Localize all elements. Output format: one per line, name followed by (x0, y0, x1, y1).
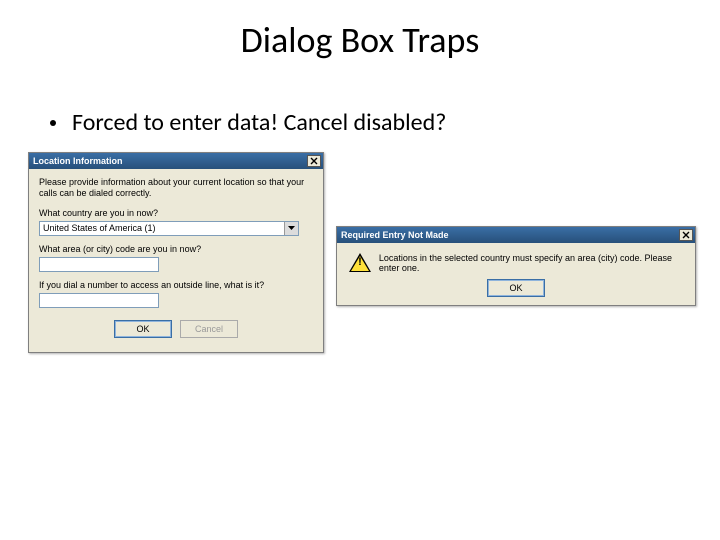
location-information-dialog: Location Information Please provide info… (28, 152, 324, 353)
areacode-input[interactable] (39, 257, 159, 272)
bullet-text: Forced to enter data! Cancel disabled? (72, 108, 446, 137)
warning-icon: ! (349, 253, 369, 273)
bullet-dot-icon (50, 120, 56, 126)
ok-button[interactable]: OK (114, 320, 172, 338)
country-value: United States of America (1) (40, 222, 284, 235)
titlebar[interactable]: Required Entry Not Made (337, 227, 695, 243)
message-text: Locations in the selected country must s… (379, 253, 683, 273)
country-label: What country are you in now? (39, 208, 313, 218)
outsideline-label: If you dial a number to access an outsid… (39, 280, 313, 290)
areacode-label: What area (or city) code are you in now? (39, 244, 313, 254)
required-entry-dialog: Required Entry Not Made ! Locations in t… (336, 226, 696, 306)
chevron-down-icon[interactable] (284, 222, 298, 235)
titlebar[interactable]: Location Information (29, 153, 323, 169)
ok-button[interactable]: OK (487, 279, 545, 297)
intro-text: Please provide information about your cu… (39, 177, 313, 200)
slide-title: Dialog Box Traps (0, 18, 720, 62)
close-icon[interactable] (679, 229, 693, 241)
titlebar-title: Location Information (33, 156, 305, 166)
titlebar-title: Required Entry Not Made (341, 230, 677, 240)
bullet-item: Forced to enter data! Cancel disabled? (50, 108, 446, 137)
country-combobox[interactable]: United States of America (1) (39, 221, 299, 236)
outsideline-input[interactable] (39, 293, 159, 308)
cancel-button: Cancel (180, 320, 238, 338)
close-icon[interactable] (307, 155, 321, 167)
